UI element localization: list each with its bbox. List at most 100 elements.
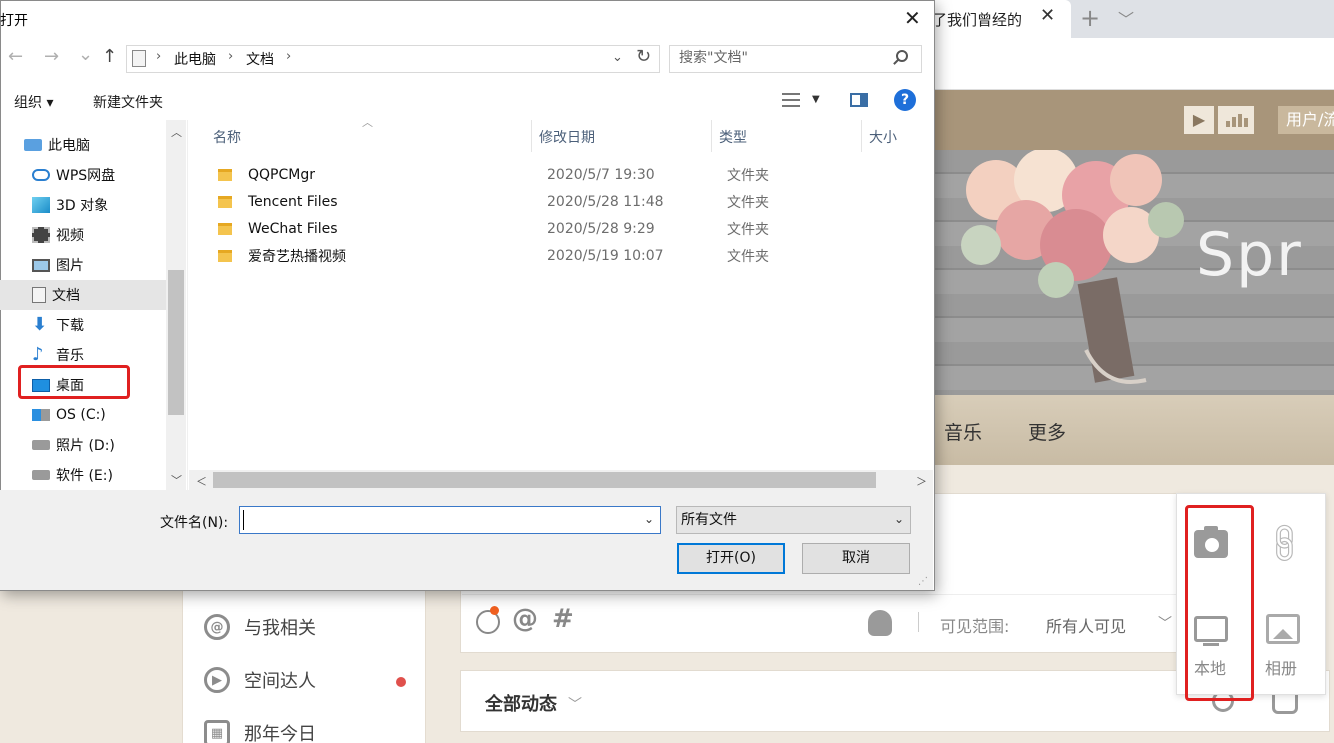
file-type: 文件夹 [727, 194, 769, 211]
file-row[interactable]: Tencent Files 2020/5/28 11:48 文件夹 [210, 188, 890, 215]
breadcrumb-separator[interactable]: › [156, 49, 161, 64]
cancel-button[interactable]: 取消 [802, 543, 910, 574]
tree-item-label: 软件 (E:) [56, 468, 113, 484]
music-bars-icon[interactable] [1218, 106, 1254, 134]
scroll-down-icon[interactable]: ﹀ [171, 472, 182, 488]
album-upload-label[interactable]: 相册 [1265, 655, 1297, 679]
music-play-icon[interactable]: ▶ [1184, 106, 1214, 134]
column-divider[interactable] [531, 120, 532, 152]
breadcrumb-separator[interactable]: › [228, 49, 233, 64]
tree-scrollbar-thumb[interactable] [168, 270, 184, 415]
scroll-up-icon[interactable]: ︿ [171, 124, 182, 140]
tree-item-documents[interactable]: 文档 [0, 280, 166, 310]
feed-title[interactable]: 全部动态 [485, 690, 557, 716]
search-input[interactable] [679, 48, 879, 68]
sidebar-item-talent[interactable]: ▶ 空间达人 [204, 667, 316, 693]
browser-tab[interactable]: 了我们曾经的 ✕ [926, 0, 1071, 38]
highlight-box [18, 365, 130, 399]
file-row[interactable]: WeChat Files 2020/5/28 9:29 文件夹 [210, 215, 890, 242]
chevron-down-icon[interactable]: ﹀ [1158, 613, 1172, 633]
breadcrumb-documents[interactable]: 文档 [246, 49, 274, 69]
chevron-down-icon[interactable]: ⌄ [612, 50, 623, 65]
mention-icon[interactable]: @ [512, 604, 538, 634]
open-button[interactable]: 打开(O) [677, 543, 785, 574]
tree-item-label: 3D 对象 [56, 198, 109, 214]
chevron-down-icon[interactable]: ▼ [812, 94, 820, 105]
tree-item-3d-objects[interactable]: 3D 对象 [0, 190, 166, 220]
view-options-icon[interactable] [782, 93, 800, 107]
column-divider[interactable] [711, 120, 712, 152]
new-folder-button[interactable]: 新建文件夹 [93, 92, 163, 112]
folder-icon [218, 249, 232, 262]
file-name: WeChat Files [248, 220, 338, 237]
file-date: 2020/5/28 9:29 [547, 220, 655, 237]
recent-locations-icon[interactable]: ⌄ [78, 44, 93, 65]
nav-item-music[interactable]: 音乐 [944, 418, 982, 445]
tree-item-this-pc[interactable]: 此电脑 [0, 130, 166, 160]
cube-icon [32, 197, 50, 213]
tree-item-label: OS (C:) [56, 407, 106, 423]
notification-dot [396, 677, 406, 687]
user-menu[interactable]: 用户/流 [1278, 106, 1334, 134]
file-date: 2020/5/7 19:30 [547, 166, 655, 183]
filetype-select[interactable]: 所有文件 [676, 506, 911, 534]
column-header-date[interactable]: 修改日期 [539, 127, 595, 147]
tree-item-videos[interactable]: 视频 [0, 220, 166, 250]
tree-item-downloads[interactable]: ⬇ 下载 [0, 310, 166, 340]
chevron-down-icon[interactable]: ﹀ [568, 694, 582, 714]
resize-grip-icon[interactable]: ⋰ [918, 576, 928, 587]
up-arrow-icon[interactable]: ↑ [102, 46, 117, 67]
forward-arrow-icon[interactable]: → [44, 46, 59, 67]
column-header-name[interactable]: 名称 [213, 127, 241, 147]
horizontal-scrollbar-thumb[interactable] [213, 472, 876, 488]
tree-item-label: 视频 [56, 228, 84, 244]
chevron-down-icon[interactable]: ⌄ [894, 512, 904, 526]
file-type: 文件夹 [727, 221, 769, 238]
tree-item-label: 此电脑 [48, 138, 90, 154]
tab-menu-icon[interactable]: ﹀ [1118, 6, 1134, 30]
scroll-right-icon[interactable]: ＞ [916, 473, 927, 489]
nav-item-more[interactable]: 更多 [1028, 418, 1066, 445]
file-name: Tencent Files [248, 193, 338, 210]
column-header-size[interactable]: 大小 [869, 127, 897, 147]
back-arrow-icon[interactable]: ← [8, 46, 23, 67]
organize-button[interactable]: 组织 ▾ [14, 92, 53, 112]
tree-item-drive-d[interactable]: 照片 (D:) [0, 430, 166, 460]
sidebar-item-related[interactable]: @ 与我相关 [204, 614, 316, 640]
tab-close-icon[interactable]: ✕ [1040, 5, 1055, 26]
breadcrumb-separator[interactable]: › [286, 49, 291, 64]
column-header-type[interactable]: 类型 [719, 127, 747, 147]
tree-item-pictures[interactable]: 图片 [0, 250, 166, 280]
tree-item-label: 照片 (D:) [56, 438, 115, 454]
browser-tab-title: 了我们曾经的 [932, 11, 1023, 29]
new-tab-icon[interactable]: + [1080, 4, 1100, 32]
navigation-pane: 此电脑 WPS网盘 3D 对象 视频 图片 文档 ⬇ 下载 ♪ 音乐 桌面 OS… [0, 120, 188, 490]
tree-item-label: WPS网盘 [56, 168, 116, 184]
chevron-down-icon[interactable]: ⌄ [644, 512, 654, 526]
tree-item-drive-e[interactable]: 软件 (E:) [0, 460, 166, 490]
windows-drive-icon [32, 409, 50, 421]
picture-icon[interactable] [1266, 614, 1300, 644]
search-icon[interactable] [896, 50, 908, 62]
file-row[interactable]: 爱奇艺热播视频 2020/5/19 10:07 文件夹 [210, 242, 890, 269]
breadcrumb-this-pc[interactable]: 此电脑 [174, 49, 216, 69]
close-icon[interactable]: ✕ [904, 6, 921, 30]
refresh-icon[interactable]: ↻ [636, 46, 651, 67]
scroll-left-icon[interactable]: ＜ [196, 473, 207, 489]
filename-input[interactable] [239, 506, 661, 534]
calendar-icon: ▦ [204, 720, 230, 743]
tree-item-wps-drive[interactable]: WPS网盘 [0, 160, 166, 190]
qq-penguin-icon[interactable] [868, 610, 892, 636]
file-row[interactable]: QQPCMgr 2020/5/7 19:30 文件夹 [210, 161, 890, 188]
dialog-title: 打开 [0, 13, 28, 29]
file-name: QQPCMgr [248, 166, 315, 183]
tree-item-label: 文档 [52, 288, 80, 304]
visibility-label: 可见范围: [940, 617, 1010, 636]
tree-item-drive-c[interactable]: OS (C:) [0, 400, 166, 430]
sidebar-item-history[interactable]: ▦ 那年今日 [204, 720, 316, 743]
preview-pane-icon[interactable] [850, 93, 868, 107]
help-icon[interactable]: ? [894, 89, 916, 111]
hashtag-icon[interactable]: # [552, 604, 574, 634]
column-divider[interactable] [861, 120, 862, 152]
visibility-select[interactable]: 所有人可见 [1046, 613, 1126, 637]
